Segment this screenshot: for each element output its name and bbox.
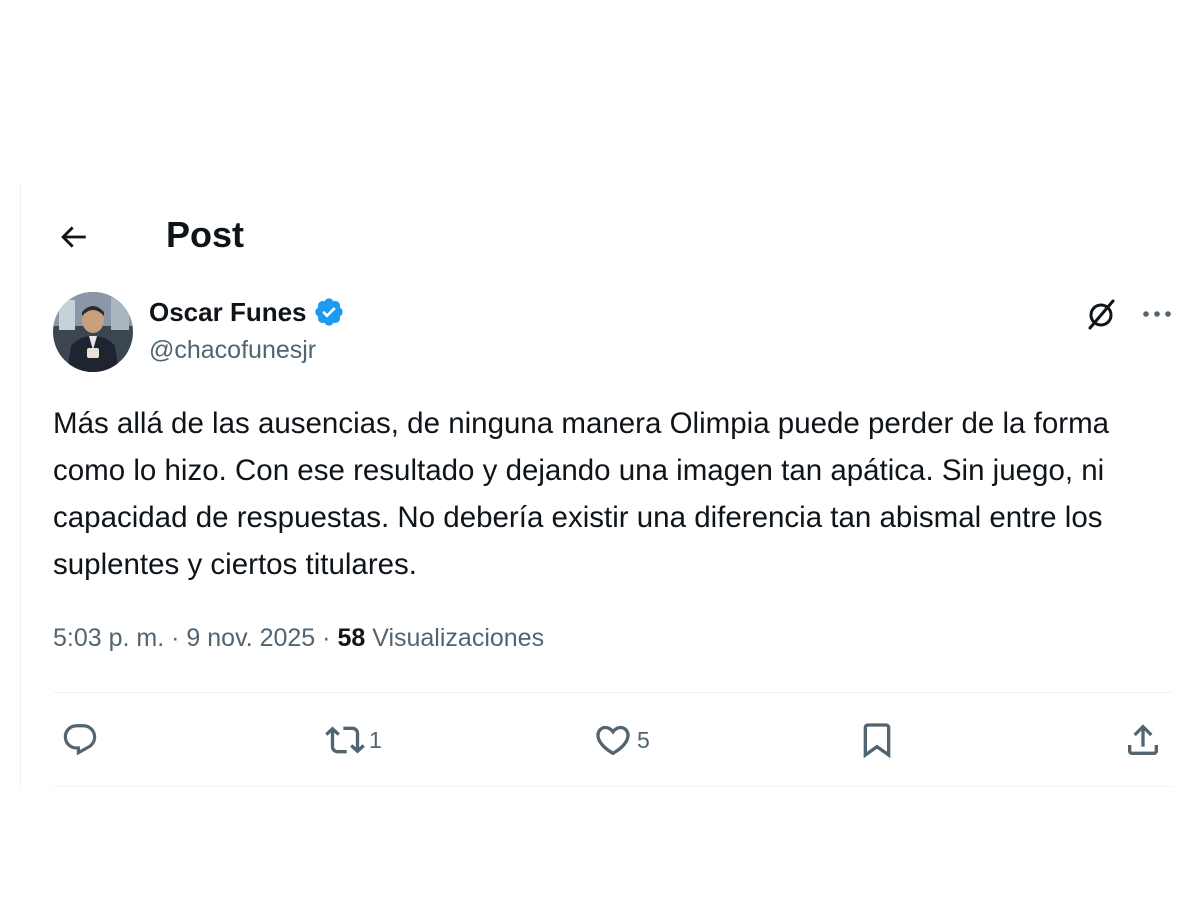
share-icon: [1128, 724, 1158, 755]
more-options-button[interactable]: [1135, 294, 1179, 334]
author-block: Oscar Funes @chacofunesjr: [149, 294, 345, 368]
action-bar: 1 5: [21, 716, 1181, 764]
page-title: Post: [166, 214, 245, 255]
divider: [53, 786, 1173, 787]
meta-separator: ·: [322, 624, 331, 652]
arrow-left-icon: [61, 226, 86, 248]
reply-bubble-icon: [63, 724, 97, 756]
post-header: Post: [21, 182, 1181, 286]
repost-count: 1: [369, 726, 382, 753]
bookmark-icon: [863, 723, 891, 759]
verified-badge-icon[interactable]: [313, 296, 345, 328]
post-text: Más allá de las ausencias, de ninguna ma…: [53, 407, 1110, 581]
repost-icon: [325, 726, 365, 754]
post-time[interactable]: 5:03 p. m.: [53, 624, 164, 652]
like-button[interactable]: 5: [593, 716, 650, 764]
reply-button[interactable]: [61, 716, 103, 764]
author-name-row: Oscar Funes: [149, 294, 345, 330]
grok-button[interactable]: [1081, 294, 1121, 334]
more-horizontal-icon: [1143, 311, 1171, 317]
views-label: Visualizaciones: [372, 624, 545, 652]
post-card: Post Oscar Funes @chacofunesjr Más allá …: [20, 182, 1181, 790]
back-button[interactable]: [51, 215, 95, 259]
divider: [53, 692, 1173, 693]
views-count: 58: [337, 624, 366, 652]
post-meta: 5:03 p. m. · 9 nov. 2025 · 58 Visualizac…: [53, 620, 544, 656]
repost-button[interactable]: 1: [325, 716, 382, 764]
grok-icon: [1088, 299, 1115, 330]
like-count: 5: [637, 726, 650, 753]
meta-separator: ·: [171, 624, 180, 652]
avatar[interactable]: [53, 292, 133, 372]
bookmark-button[interactable]: [857, 716, 897, 764]
share-button[interactable]: [1123, 716, 1163, 764]
author-handle[interactable]: @chacofunesjr: [149, 332, 345, 368]
avatar-image: [53, 292, 133, 372]
post-date[interactable]: 9 nov. 2025: [186, 624, 315, 652]
heart-icon: [596, 725, 630, 756]
author-display-name[interactable]: Oscar Funes: [149, 294, 307, 330]
